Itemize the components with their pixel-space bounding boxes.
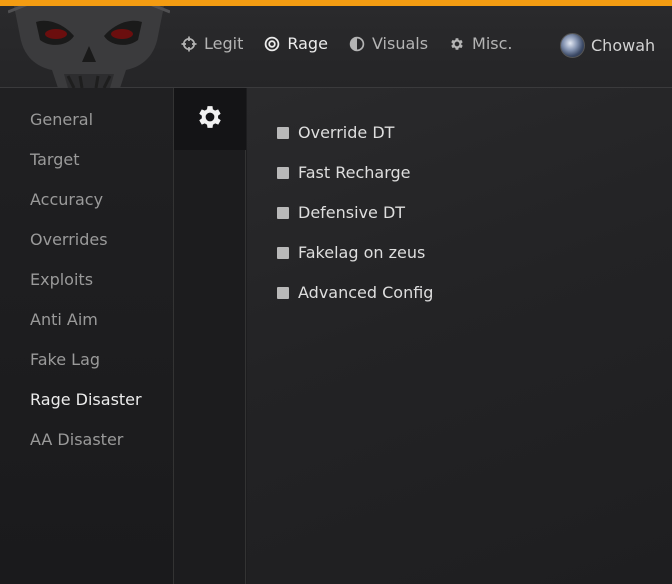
user-profile[interactable]: Chowah	[560, 33, 655, 58]
gear-icon	[195, 102, 225, 136]
header: Legit Rage Visuals Misc. Chowah	[0, 6, 672, 88]
top-nav: Legit Rage Visuals Misc.	[180, 34, 533, 53]
option-advanced-config[interactable]: Advanced Config	[277, 283, 433, 302]
half-circle-icon	[348, 35, 366, 53]
sidebar-item-anti-aim[interactable]: Anti Aim	[30, 310, 98, 329]
target-icon	[263, 35, 281, 53]
sidebar-item-general[interactable]: General	[30, 110, 93, 129]
sidebar-item-exploits[interactable]: Exploits	[30, 270, 93, 289]
avatar	[560, 33, 585, 58]
crosshair-icon	[180, 35, 198, 53]
checkbox[interactable]	[277, 166, 289, 179]
nav-tab-visuals[interactable]: Visuals	[348, 34, 428, 53]
checkbox[interactable]	[277, 206, 289, 219]
nav-tab-label: Misc.	[472, 34, 513, 53]
nav-tab-misc[interactable]: Misc.	[448, 34, 513, 53]
skull-logo	[8, 6, 170, 88]
sidebar-item-fake-lag[interactable]: Fake Lag	[30, 350, 100, 369]
option-label: Advanced Config	[298, 283, 434, 302]
option-label: Defensive DT	[298, 203, 406, 222]
sidebar-item-rage-disaster[interactable]: Rage Disaster	[30, 390, 142, 409]
sub-navigation	[174, 88, 246, 584]
sidebar: General Target Accuracy Overrides Exploi…	[0, 88, 174, 584]
nav-tab-label: Rage	[287, 34, 328, 53]
option-fast-recharge[interactable]: Fast Recharge	[277, 163, 411, 182]
option-label: Fakelag on zeus	[298, 243, 426, 262]
username: Chowah	[591, 36, 656, 55]
nav-tab-rage[interactable]: Rage	[263, 34, 328, 53]
sidebar-item-accuracy[interactable]: Accuracy	[30, 190, 103, 209]
checkbox[interactable]	[277, 286, 289, 299]
option-label: Override DT	[298, 123, 395, 142]
subnav-tab-settings[interactable]	[174, 88, 246, 150]
nav-tab-legit[interactable]: Legit	[180, 34, 243, 53]
option-fakelag-on-zeus[interactable]: Fakelag on zeus	[277, 243, 425, 262]
sidebar-item-aa-disaster[interactable]: AA Disaster	[30, 430, 123, 449]
options-panel: Override DT Fast Recharge Defensive DT F…	[247, 88, 672, 584]
nav-tab-label: Legit	[204, 34, 244, 53]
checkbox[interactable]	[277, 246, 289, 259]
sidebar-item-overrides[interactable]: Overrides	[30, 230, 108, 249]
nav-tab-label: Visuals	[371, 34, 429, 53]
sidebar-item-target[interactable]: Target	[30, 150, 80, 169]
checkbox[interactable]	[277, 126, 289, 139]
gear-icon	[448, 35, 466, 53]
option-label: Fast Recharge	[298, 163, 411, 182]
option-override-dt[interactable]: Override DT	[277, 123, 394, 142]
option-defensive-dt[interactable]: Defensive DT	[277, 203, 405, 222]
